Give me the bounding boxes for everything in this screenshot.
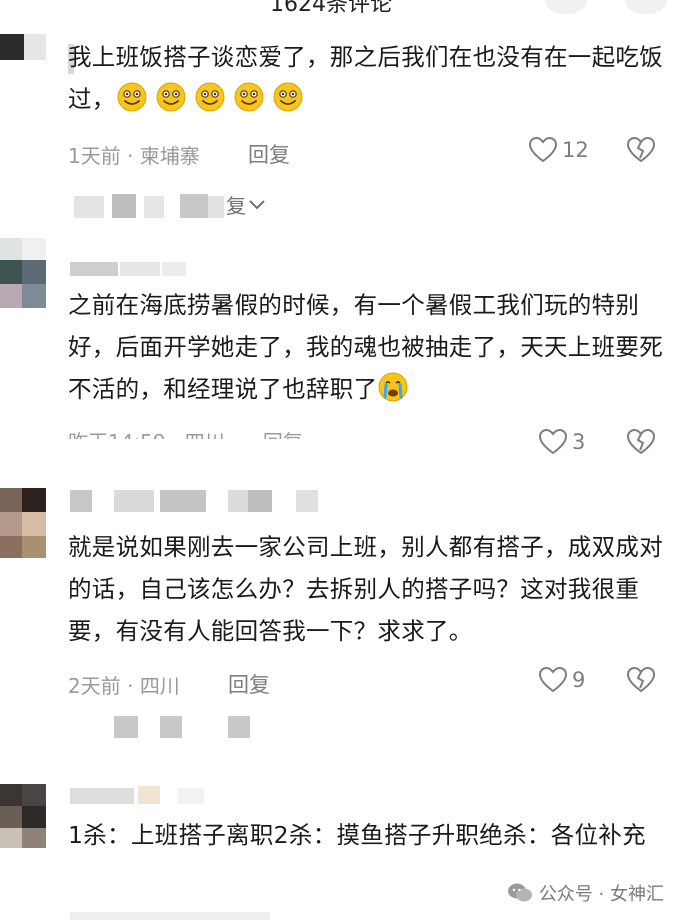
username-blur bbox=[162, 262, 186, 276]
username-blur bbox=[120, 262, 160, 276]
avatar[interactable] bbox=[0, 784, 46, 848]
comment-text: 之前在海底捞暑假的时候，有一个暑假工我们玩的特别好，后面开学她走了，我的魂也被抽… bbox=[68, 284, 668, 410]
avatar[interactable] bbox=[0, 488, 46, 558]
blurred-text bbox=[180, 194, 208, 218]
close-button[interactable] bbox=[624, 0, 668, 14]
comment-meta: 1天前 · 柬埔寨 bbox=[68, 144, 200, 168]
crying-emoji-icon bbox=[378, 372, 408, 402]
grin-emoji-icon bbox=[234, 82, 264, 112]
username-blur bbox=[160, 490, 206, 512]
reply-button[interactable]: 回复 bbox=[248, 139, 290, 169]
header-left-button[interactable] bbox=[544, 0, 588, 14]
blurred-text bbox=[74, 196, 104, 218]
comment-time: 1天前 bbox=[68, 144, 121, 168]
username-blur bbox=[178, 788, 204, 804]
comment-time: 2天前 bbox=[68, 674, 121, 698]
grin-emoji-icon bbox=[156, 82, 186, 112]
watermark: 公众号 · 女神汇 bbox=[500, 878, 670, 908]
comment-text-body: 之前在海底捞暑假的时候，有一个暑假工我们玩的特别好，后面开学她走了，我的魂也被抽… bbox=[68, 291, 663, 403]
heart-icon bbox=[538, 666, 568, 693]
emoji-row bbox=[116, 82, 311, 113]
like-button[interactable]: 3 bbox=[538, 428, 585, 456]
wechat-icon bbox=[507, 883, 532, 902]
username-blur bbox=[248, 490, 272, 512]
username-blur bbox=[70, 490, 92, 512]
blurred-text bbox=[160, 716, 182, 738]
dislike-button[interactable] bbox=[626, 428, 656, 460]
avatar[interactable] bbox=[0, 238, 46, 308]
username-blur bbox=[114, 490, 154, 512]
username-blur bbox=[138, 786, 160, 804]
like-count: 3 bbox=[572, 430, 586, 454]
comment-location: 柬埔寨 bbox=[139, 144, 200, 168]
broken-heart-icon bbox=[626, 136, 656, 163]
comment-text: 就是说如果刚去一家公司上班，别人都有搭子，成双成对的话，自己该怎么办？去拆别人的… bbox=[68, 533, 663, 645]
expand-replies-button[interactable]: 复 bbox=[226, 190, 266, 219]
username-blur bbox=[70, 262, 118, 276]
watermark-label: 公众号 · 女神汇 bbox=[538, 884, 664, 905]
like-count: 9 bbox=[572, 668, 586, 692]
blurred-text bbox=[114, 716, 138, 738]
comment-meta: 昨天14:59 · 四川 回复 bbox=[68, 430, 303, 454]
chevron-down-icon bbox=[249, 199, 265, 209]
comment-location: 四川 bbox=[184, 430, 225, 454]
dislike-button[interactable] bbox=[626, 666, 656, 698]
grin-emoji-icon bbox=[273, 82, 303, 112]
blurred-text bbox=[70, 912, 270, 920]
blurred-text bbox=[228, 716, 250, 738]
avatar[interactable] bbox=[0, 34, 46, 60]
like-button[interactable]: 12 bbox=[528, 136, 589, 164]
comment-time: 昨天14:59 bbox=[68, 430, 166, 454]
blurred-text bbox=[144, 196, 164, 218]
comment-location: 四川 bbox=[139, 674, 180, 698]
dislike-button[interactable] bbox=[626, 136, 656, 168]
grin-emoji-icon bbox=[117, 82, 147, 112]
username-blur bbox=[296, 490, 318, 512]
comment-text: 我上班饭搭子谈恋爱了，那之后我们在也没有在一起吃饭过， bbox=[68, 36, 668, 120]
username-blur bbox=[228, 490, 248, 512]
comment-text: 1杀：上班搭子离职2杀：摸鱼搭子升职绝杀：各位补充 bbox=[68, 821, 646, 849]
like-count: 12 bbox=[562, 138, 589, 162]
comments-count-title: 1624条评论 bbox=[270, 0, 392, 17]
blurred-text bbox=[208, 196, 224, 218]
broken-heart-icon bbox=[626, 666, 656, 693]
expand-label: 复 bbox=[226, 194, 246, 218]
reply-button[interactable]: 回复 bbox=[228, 669, 270, 699]
grin-emoji-icon bbox=[195, 82, 225, 112]
reply-button[interactable]: 回复 bbox=[263, 430, 303, 439]
heart-icon bbox=[538, 428, 568, 455]
like-button[interactable]: 9 bbox=[538, 666, 585, 694]
broken-heart-icon bbox=[626, 428, 656, 455]
username-blur bbox=[70, 788, 134, 804]
blurred-text bbox=[112, 194, 136, 218]
comment-meta: 2天前 · 四川 bbox=[68, 674, 180, 698]
heart-icon bbox=[528, 136, 558, 163]
